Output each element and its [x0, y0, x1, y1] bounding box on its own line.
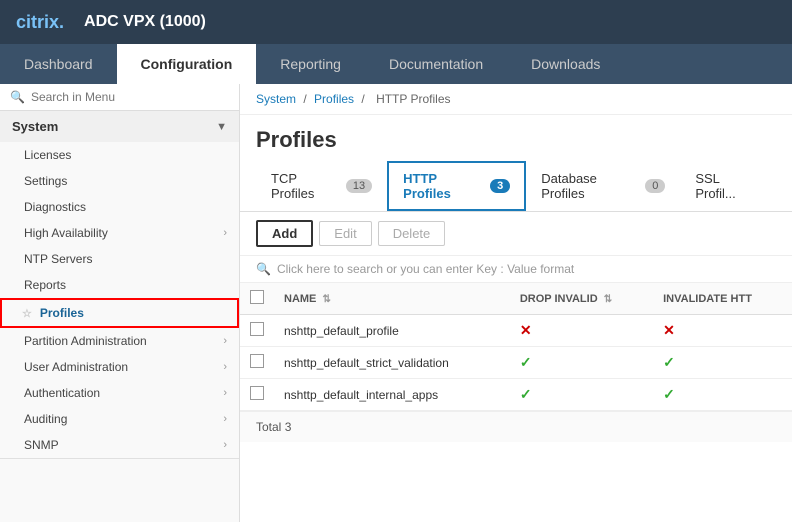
nav-tabs: Dashboard Configuration Reporting Docume… — [0, 44, 792, 84]
row-invalidate-http: ✕ — [653, 315, 792, 347]
sidebar-item-user-administration[interactable]: User Administration › — [0, 354, 239, 380]
content-area: System / Profiles / HTTP Profiles Profil… — [240, 84, 792, 522]
sidebar-item-high-availability[interactable]: High Availability › — [0, 220, 239, 246]
sidebar-section-label: System — [12, 119, 58, 134]
action-bar: Add Edit Delete — [240, 212, 792, 255]
profiles-table: NAME ⇅ DROP INVALID ⇅ INVALIDATE HTT nsh… — [240, 283, 792, 411]
search-hint: Click here to search or you can enter Ke… — [277, 262, 574, 276]
row-drop-invalid: ✕ — [510, 315, 653, 347]
tab-documentation[interactable]: Documentation — [365, 44, 507, 84]
tab-downloads[interactable]: Downloads — [507, 44, 624, 84]
x-icon: ✕ — [663, 322, 675, 338]
row-drop-invalid: ✓ — [510, 379, 653, 411]
app-title: ADC VPX (1000) — [84, 13, 206, 31]
total-label: Total — [256, 420, 281, 434]
total-bar: Total 3 — [240, 411, 792, 442]
check-icon: ✓ — [663, 386, 675, 402]
chevron-down-icon: ▼ — [216, 121, 227, 133]
check-icon: ✓ — [520, 354, 532, 370]
breadcrumb-system[interactable]: System — [256, 92, 296, 106]
sort-icon: ⇅ — [322, 294, 330, 305]
tab-ssl-profiles[interactable]: SSL Profil... — [680, 162, 776, 210]
sidebar-item-reports[interactable]: Reports — [0, 272, 239, 298]
breadcrumb-sep2: / — [361, 92, 368, 106]
add-button[interactable]: Add — [256, 220, 313, 247]
sidebar-item-ntp-servers[interactable]: NTP Servers — [0, 246, 239, 272]
search-box[interactable]: 🔍 — [0, 84, 239, 111]
sidebar-item-diagnostics[interactable]: Diagnostics — [0, 194, 239, 220]
row-name: nshttp_default_internal_apps — [274, 379, 510, 411]
total-count-value: 3 — [285, 420, 292, 434]
check-icon: ✓ — [663, 354, 675, 370]
sidebar-item-auditing[interactable]: Auditing › — [0, 406, 239, 432]
header-checkbox-col — [240, 283, 274, 315]
profile-tabs: TCP Profiles 13 HTTP Profiles 3 Database… — [240, 161, 792, 212]
sidebar-item-snmp[interactable]: SNMP › — [0, 432, 239, 458]
sidebar: 🔍 System ▼ Licenses Settings Diagnostics… — [0, 84, 240, 522]
top-bar: citrix. ADC VPX (1000) — [0, 0, 792, 44]
breadcrumb-current: HTTP Profiles — [376, 92, 450, 106]
search-icon: 🔍 — [256, 262, 271, 276]
x-icon: ✕ — [520, 322, 532, 338]
row-drop-invalid: ✓ — [510, 347, 653, 379]
database-count-badge: 0 — [645, 179, 665, 193]
sidebar-item-authentication[interactable]: Authentication › — [0, 380, 239, 406]
breadcrumb-sep1: / — [303, 92, 310, 106]
breadcrumb-profiles[interactable]: Profiles — [314, 92, 354, 106]
tab-database-profiles[interactable]: Database Profiles 0 — [526, 162, 680, 210]
tab-configuration[interactable]: Configuration — [117, 44, 257, 84]
row-name: nshttp_default_profile — [274, 315, 510, 347]
tab-reporting[interactable]: Reporting — [256, 44, 365, 84]
sidebar-item-profiles[interactable]: ☆ Profiles — [0, 298, 239, 328]
arrow-right-icon: › — [223, 227, 227, 239]
breadcrumb: System / Profiles / HTTP Profiles — [240, 84, 792, 115]
arrow-right-icon: › — [223, 387, 227, 399]
sidebar-item-partition-administration[interactable]: Partition Administration › — [0, 328, 239, 354]
row-checkbox[interactable] — [250, 322, 264, 336]
sidebar-section-system: System ▼ Licenses Settings Diagnostics H… — [0, 111, 239, 459]
select-all-checkbox[interactable] — [250, 290, 264, 304]
row-invalidate-http: ✓ — [653, 379, 792, 411]
row-name: nshttp_default_strict_validation — [274, 347, 510, 379]
table-row: nshttp_default_strict_validation ✓ ✓ — [240, 347, 792, 379]
edit-button[interactable]: Edit — [319, 221, 371, 246]
citrix-logo-icon: citrix. — [16, 12, 64, 33]
header-name[interactable]: NAME ⇅ — [274, 283, 510, 315]
table-search-bar[interactable]: 🔍 Click here to search or you can enter … — [240, 255, 792, 283]
header-invalidate-http[interactable]: INVALIDATE HTT — [653, 283, 792, 315]
sort-icon: ⇅ — [604, 294, 612, 305]
row-invalidate-http: ✓ — [653, 347, 792, 379]
search-input[interactable] — [31, 90, 229, 104]
arrow-right-icon: › — [223, 335, 227, 347]
page-title: Profiles — [240, 115, 792, 161]
logo: citrix. — [16, 12, 64, 33]
tab-tcp-profiles[interactable]: TCP Profiles 13 — [256, 162, 387, 210]
row-checkbox[interactable] — [250, 354, 264, 368]
arrow-right-icon: › — [223, 361, 227, 373]
tab-http-profiles[interactable]: HTTP Profiles 3 — [387, 161, 526, 211]
delete-button[interactable]: Delete — [378, 221, 446, 246]
tcp-count-badge: 13 — [346, 179, 372, 193]
check-icon: ✓ — [520, 386, 532, 402]
sidebar-item-licenses[interactable]: Licenses — [0, 142, 239, 168]
header-drop-invalid[interactable]: DROP INVALID ⇅ — [510, 283, 653, 315]
arrow-right-icon: › — [223, 439, 227, 451]
sidebar-section-title[interactable]: System ▼ — [0, 111, 239, 142]
arrow-right-icon: › — [223, 413, 227, 425]
main-layout: 🔍 System ▼ Licenses Settings Diagnostics… — [0, 84, 792, 522]
row-checkbox[interactable] — [250, 386, 264, 400]
tab-dashboard[interactable]: Dashboard — [0, 44, 117, 84]
search-icon: 🔍 — [10, 90, 25, 104]
http-count-badge: 3 — [490, 179, 510, 193]
table-row: nshttp_default_profile ✕ ✕ — [240, 315, 792, 347]
star-icon: ☆ — [22, 307, 32, 320]
table-row: nshttp_default_internal_apps ✓ ✓ — [240, 379, 792, 411]
sidebar-item-settings[interactable]: Settings — [0, 168, 239, 194]
